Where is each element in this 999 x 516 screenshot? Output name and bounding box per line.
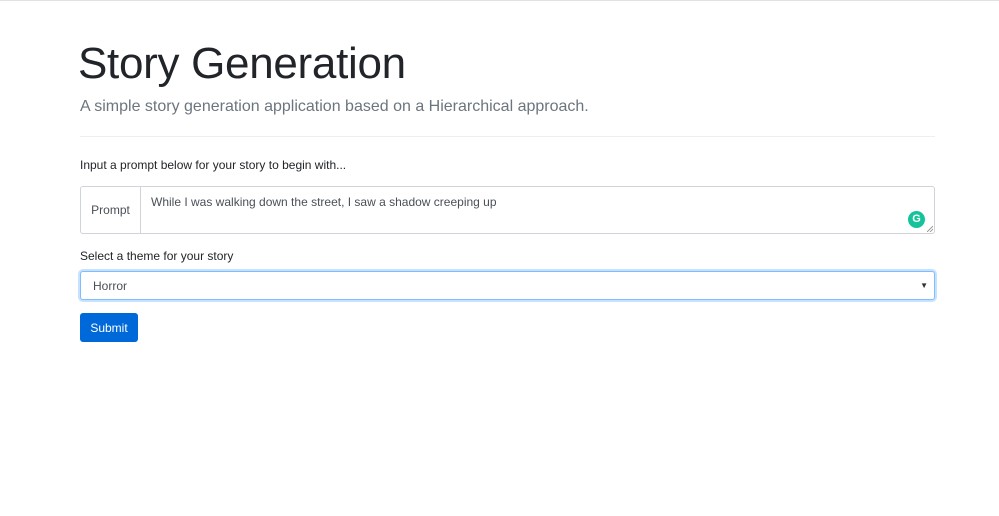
divider: [80, 136, 935, 137]
top-border: [0, 0, 999, 1]
grammarly-icon[interactable]: G: [908, 211, 925, 228]
theme-label: Select a theme for your story: [80, 249, 234, 263]
prompt-textarea[interactable]: While I was walking down the street, I s…: [140, 186, 935, 234]
page-title: Story Generation: [78, 39, 406, 88]
theme-select-value: Horror: [93, 278, 128, 293]
prompt-addon-label: Prompt: [80, 186, 140, 234]
theme-select[interactable]: Horror ▼: [80, 271, 935, 300]
prompt-instruction-label: Input a prompt below for your story to b…: [80, 158, 347, 172]
prompt-input-group: Prompt While I was walking down the stre…: [80, 186, 935, 234]
caret-down-icon: ▼: [920, 281, 928, 290]
submit-button[interactable]: Submit: [80, 313, 138, 342]
prompt-textarea-value: While I was walking down the street, I s…: [151, 195, 497, 209]
page-subtitle: A simple story generation application ba…: [80, 98, 589, 115]
resize-handle-icon[interactable]: [927, 226, 933, 232]
